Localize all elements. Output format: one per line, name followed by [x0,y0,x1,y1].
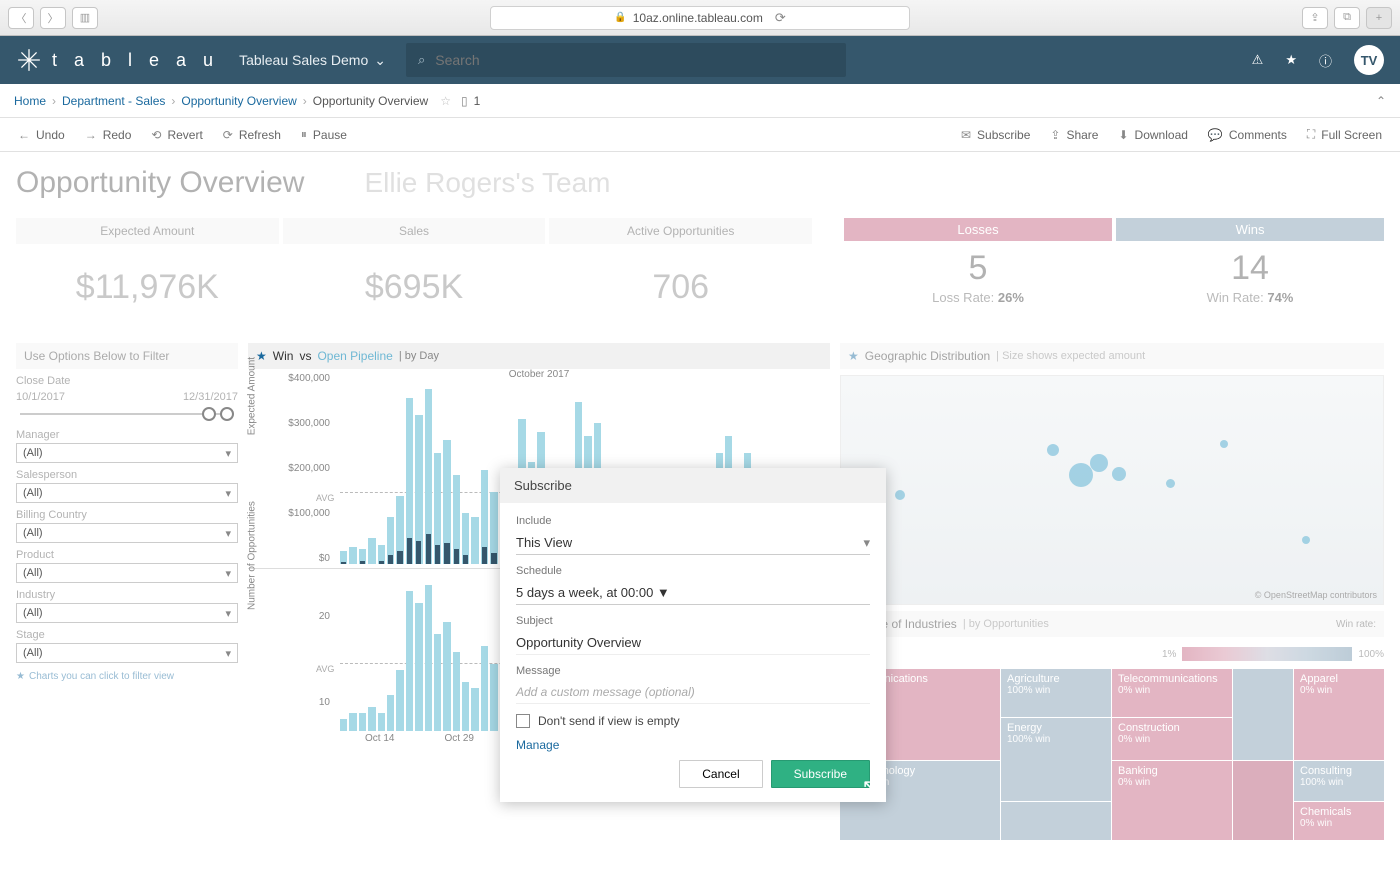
cursor-icon: ↖ [862,776,877,797]
subscribe-modal: Subscribe Include This View▾ Schedule 5 … [500,468,886,802]
crumb-dept[interactable]: Department - Sales [62,94,165,108]
manager-select[interactable]: (All) [16,443,238,463]
geographic-map[interactable]: © OpenStreetMap contributors [840,375,1384,605]
reload-icon[interactable]: ⟳ [775,10,786,26]
message-label: Message [516,665,870,677]
refresh-icon: ⟳ [223,128,233,142]
undo-icon: ← [18,128,30,142]
tabs-button[interactable]: ⧉ [1334,7,1360,29]
redo-button[interactable]: →Redo [77,124,140,146]
search-icon: ⌕ [418,52,425,68]
views-icon[interactable]: ▯ [461,94,468,108]
address-bar[interactable]: 🔒 10az.online.tableau.com ⟳ [490,6,910,30]
product-select[interactable]: (All) [16,563,238,583]
revert-icon: ⟲ [151,128,161,142]
crumb-workbook[interactable]: Opportunity Overview [181,94,296,108]
user-avatar[interactable]: TV [1354,45,1384,75]
share-icon: ⇪ [1050,128,1060,142]
dashboard: Opportunity Overview Ellie Rogers's Team… [0,152,1400,840]
fullscreen-icon: ⛶ [1307,127,1315,142]
include-label: Include [516,515,870,527]
browser-toolbar: 〈 〉 ▥ 🔒 10az.online.tableau.com ⟳ ⇪ ⧉ + [0,0,1400,36]
view-toolbar: ←Undo →Redo ⟲Revert ⟳Refresh ⏸Pause ✉Sub… [0,118,1400,152]
subscribe-button[interactable]: ✉Subscribe [953,123,1038,146]
refresh-button[interactable]: ⟳Refresh [215,124,289,146]
checkbox-icon [516,714,530,728]
sidebar-button[interactable]: ▥ [72,7,98,29]
share-button[interactable]: ⇪Share [1042,123,1106,146]
search-bar[interactable]: ⌕ [406,43,846,77]
info-icon[interactable]: ⓘ [1319,51,1332,70]
billing-country-select[interactable]: (All) [16,523,238,543]
manage-link[interactable]: Manage [516,738,870,752]
star-icon: ★ [256,349,267,363]
cancel-button[interactable]: Cancel [679,760,762,788]
subject-input[interactable]: Opportunity Overview [516,631,870,655]
favorites-icon[interactable]: ★ [1285,52,1297,68]
breadcrumb: Home› Department - Sales› Opportunity Ov… [0,84,1400,118]
chevron-down-icon: ⌄ [374,52,386,69]
site-switcher[interactable]: Tableau Sales Demo ⌄ [239,52,386,69]
comment-icon: 💬 [1208,128,1223,142]
tableau-nav: t a b l e a u Tableau Sales Demo ⌄ ⌕ ⚠ ★… [0,36,1400,84]
download-icon: ⬇ [1118,128,1128,142]
lock-icon: 🔒 [614,12,626,23]
alerts-icon[interactable]: ⚠ [1252,52,1264,68]
comments-button[interactable]: 💬Comments [1200,123,1295,146]
pause-button[interactable]: ⏸Pause [293,123,355,146]
industry-select[interactable]: (All) [16,603,238,623]
crumb-view: Opportunity Overview [313,94,428,108]
brand-text: t a b l e a u [52,50,219,71]
share-button[interactable]: ⇪ [1302,7,1328,29]
tableau-logo[interactable]: t a b l e a u [16,47,219,73]
map-attribution: © OpenStreetMap contributors [1255,590,1377,600]
fullscreen-button[interactable]: ⛶Full Screen [1299,123,1390,146]
chevron-down-icon: ▾ [863,535,870,551]
search-input[interactable] [435,52,834,68]
new-tab-button[interactable]: + [1366,7,1392,29]
date-slider[interactable] [20,413,234,415]
url-host: 10az.online.tableau.com [633,11,763,25]
subject-label: Subject [516,615,870,627]
forward-button[interactable]: 〉 [40,7,66,29]
include-select[interactable]: This View▾ [516,531,870,555]
slider-thumb-end[interactable] [220,407,234,421]
redo-icon: → [85,128,97,142]
undo-button[interactable]: ←Undo [10,124,73,146]
message-input[interactable]: Add a custom message (optional) [516,681,870,704]
back-button[interactable]: 〈 [8,7,34,29]
download-button[interactable]: ⬇Download [1110,123,1195,146]
pause-icon: ⏸ [301,127,307,142]
dont-send-checkbox[interactable]: Don't send if view is empty [516,714,870,728]
slider-thumb-start[interactable] [202,407,216,421]
revert-button[interactable]: ⟲Revert [143,124,210,146]
modal-title: Subscribe [500,468,886,503]
subscribe-submit-button[interactable]: Subscribe ↖ [771,760,870,788]
views-count: 1 [474,94,481,108]
schedule-label: Schedule [516,565,870,577]
tableau-logo-icon [16,47,42,73]
schedule-select[interactable]: 5 days a week, at 00:00 ▼ [516,581,870,605]
mail-icon: ✉ [961,128,971,142]
crumb-home[interactable]: Home [14,94,46,108]
salesperson-select[interactable]: (All) [16,483,238,503]
collapse-icon[interactable]: ⌃ [1376,94,1386,108]
favorite-icon[interactable]: ☆ [440,94,451,108]
stage-select[interactable]: (All) [16,643,238,663]
